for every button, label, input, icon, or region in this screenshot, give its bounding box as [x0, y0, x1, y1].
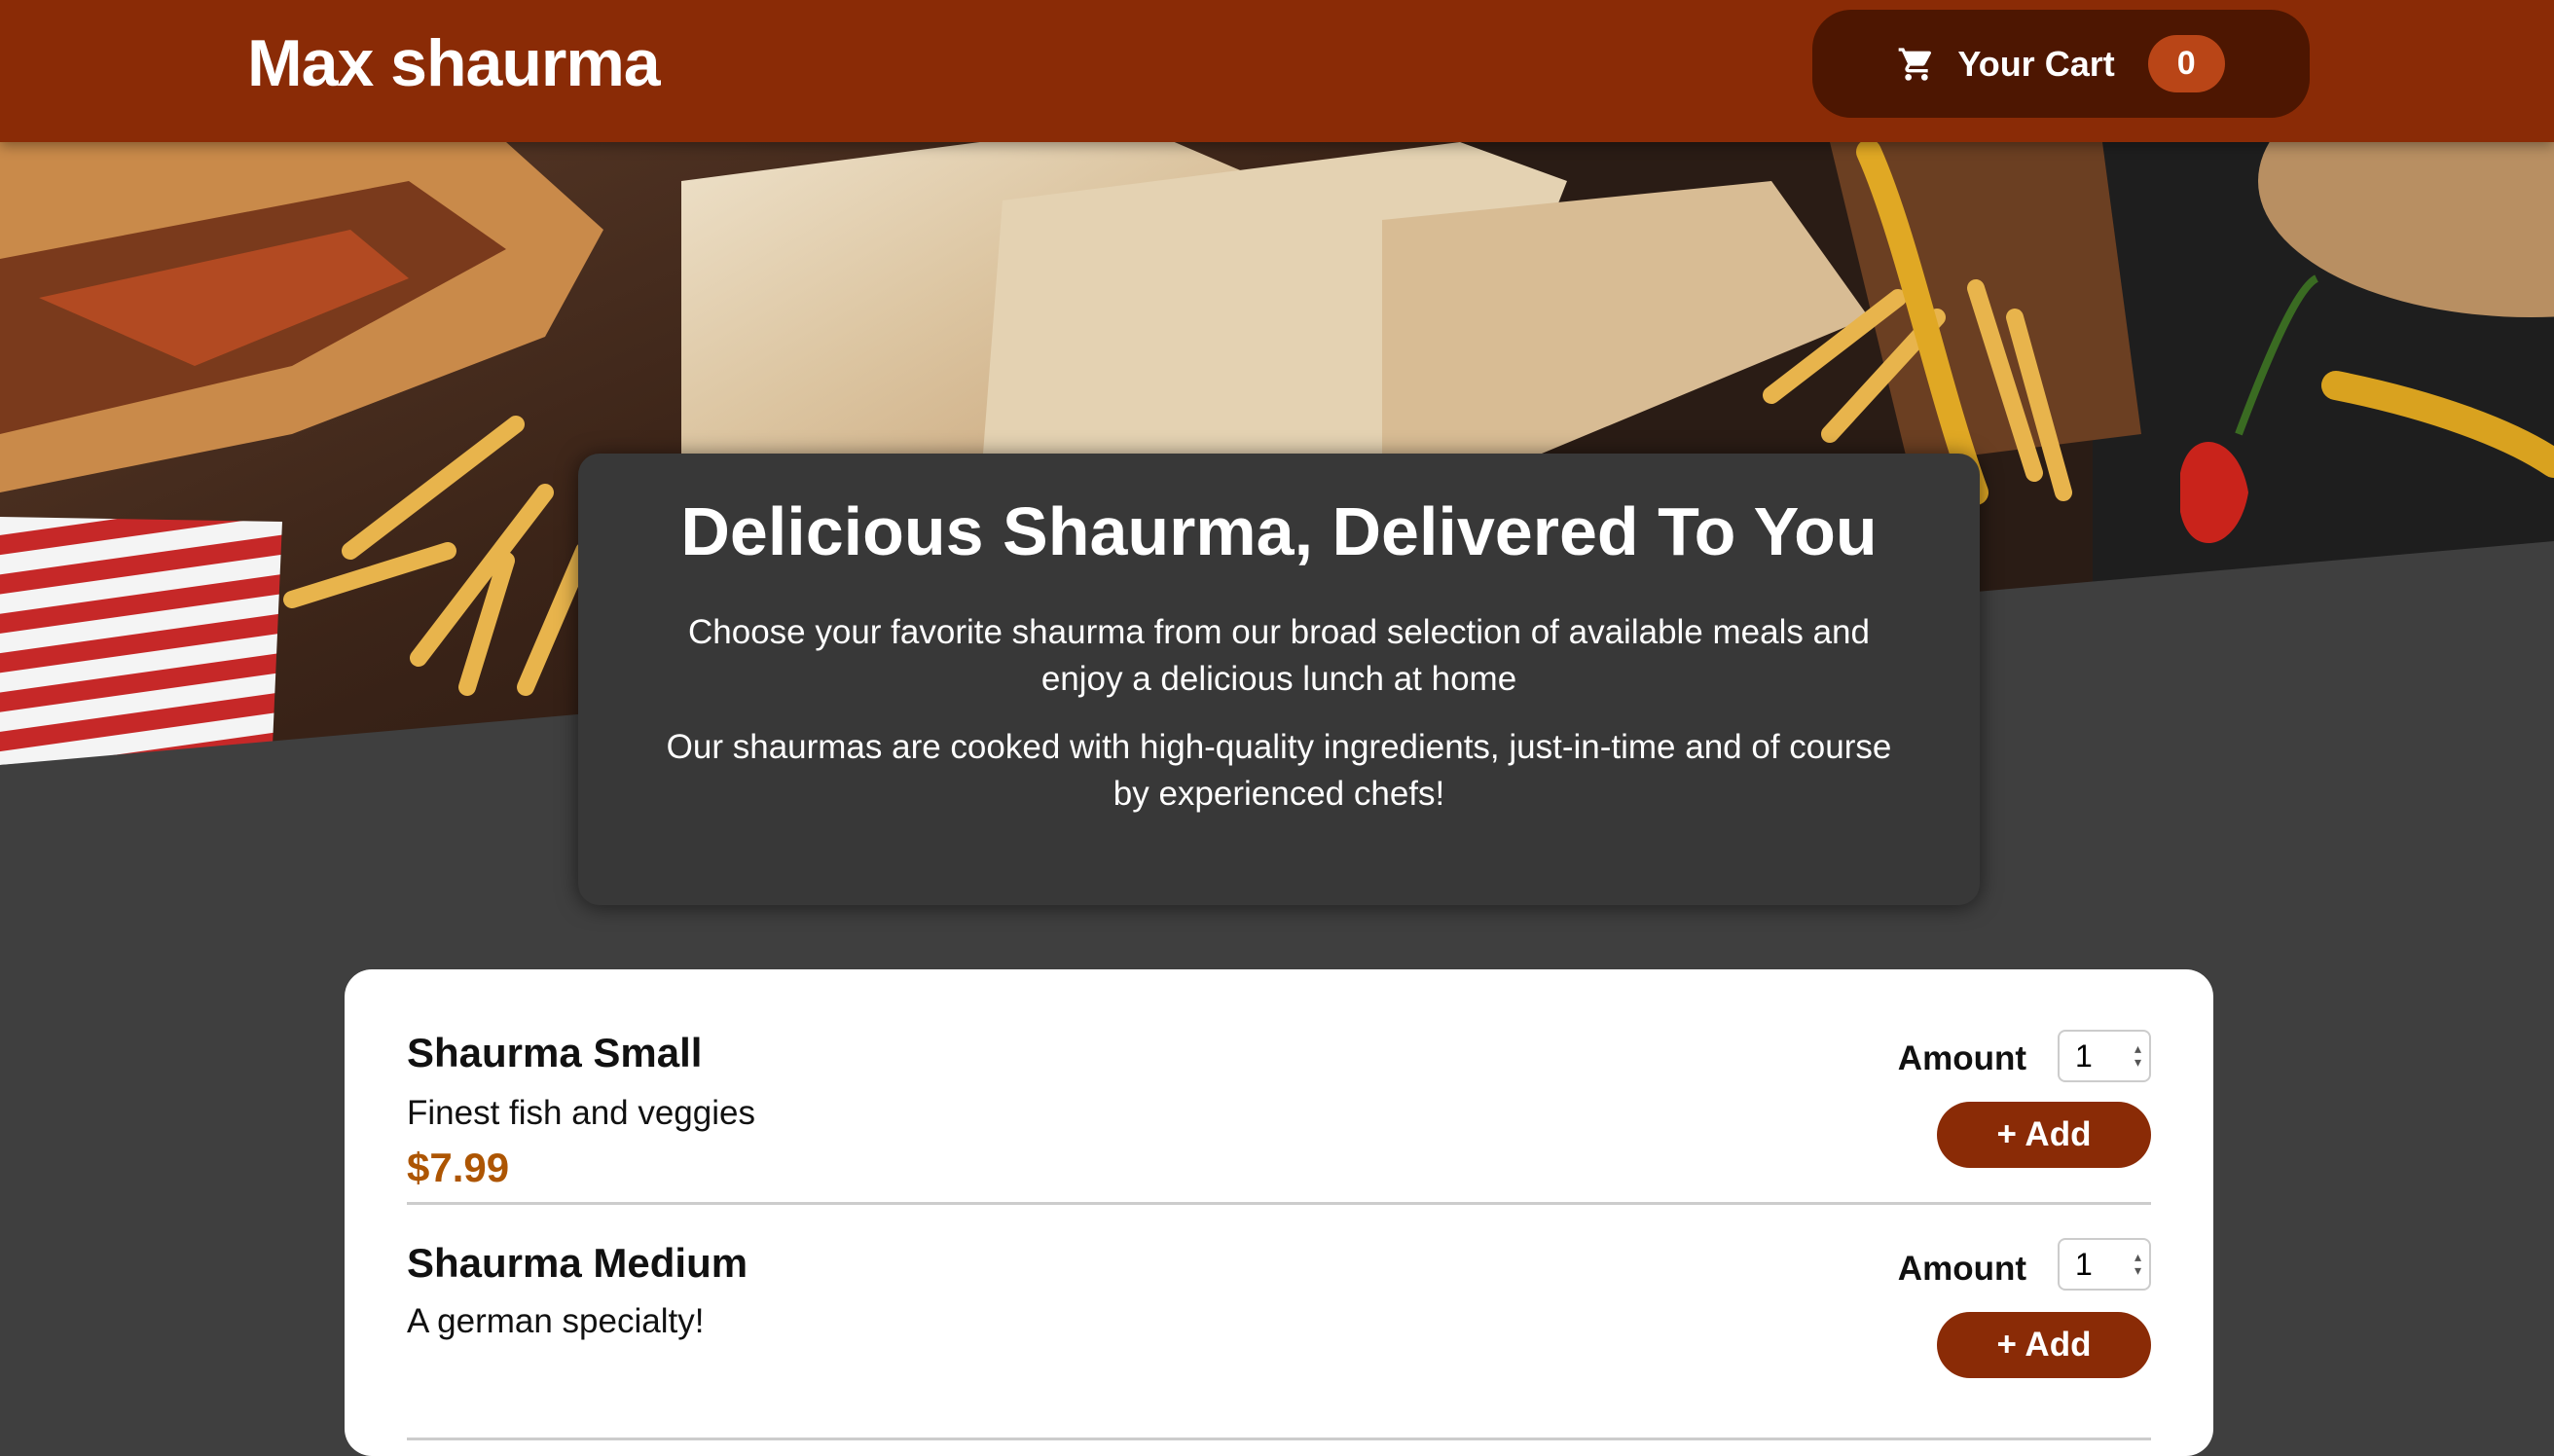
- spinner-icon[interactable]: ▴ ▾: [2134, 1250, 2141, 1277]
- amount-input[interactable]: 1 ▴ ▾: [2058, 1238, 2151, 1291]
- app-title: Max shaurma: [247, 26, 661, 100]
- cart-count-badge: 0: [2147, 35, 2225, 92]
- meal-item: Shaurma Medium A german specialty! Amoun…: [407, 1205, 2151, 1440]
- amount-input[interactable]: 1 ▴ ▾: [2058, 1030, 2151, 1082]
- spinner-icon[interactable]: ▴ ▾: [2134, 1041, 2141, 1069]
- add-to-cart-button[interactable]: + Add: [1937, 1312, 2151, 1378]
- meal-item: Shaurma Small Finest fish and veggies $7…: [407, 969, 2151, 1205]
- header-bar: Max shaurma Your Cart 0: [0, 0, 2554, 142]
- summary-card: Delicious Shaurma, Delivered To You Choo…: [578, 454, 1980, 905]
- summary-paragraph-1: Choose your favorite shaurma from our br…: [688, 613, 1870, 698]
- meal-name: Shaurma Medium: [407, 1240, 748, 1286]
- summary-paragraph-2: Our shaurmas are cooked with high-qualit…: [666, 728, 1892, 813]
- cart-icon: [1897, 45, 1936, 84]
- cart-label: Your Cart: [1957, 43, 2115, 84]
- meal-price: $7.99: [407, 1145, 510, 1190]
- amount-value: 1: [2075, 1246, 2093, 1282]
- meal-name: Shaurma Small: [407, 1030, 703, 1075]
- meals-list: Shaurma Small Finest fish and veggies $7…: [345, 969, 2213, 1456]
- summary-heading: Delicious Shaurma, Delivered To You: [680, 493, 1878, 569]
- amount-value: 1: [2075, 1037, 2093, 1074]
- meal-description: Finest fish and veggies: [407, 1094, 755, 1132]
- amount-label: Amount: [1897, 1250, 2026, 1288]
- meal-description: A german specialty!: [407, 1302, 705, 1340]
- amount-label: Amount: [1897, 1039, 2026, 1077]
- add-to-cart-button[interactable]: + Add: [1937, 1102, 2151, 1168]
- cart-button[interactable]: Your Cart 0: [1812, 10, 2310, 118]
